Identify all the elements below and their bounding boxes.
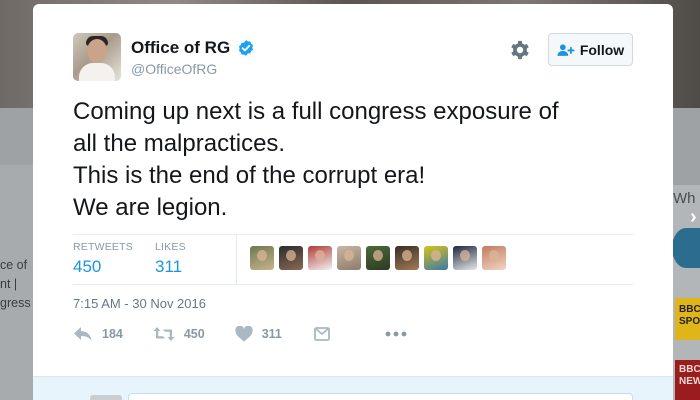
tweet-text-line: all the malpractices. (73, 130, 286, 157)
author-name[interactable]: Office of RG (131, 38, 230, 58)
liker-avatar[interactable] (453, 246, 477, 270)
follow-button[interactable]: Follow (548, 33, 633, 66)
likes-count: 311 (155, 257, 183, 276)
tweet-text: Coming up next is a full congress exposu… (73, 96, 653, 224)
tweet-text-line: Coming up next is a full congress exposu… (73, 98, 559, 125)
retweet-count: 450 (183, 327, 205, 341)
stats-divider-bottom (73, 284, 633, 285)
author-handle[interactable]: @OfficeOfRG (131, 61, 217, 77)
tweet-timestamp[interactable]: 7:15 AM - 30 Nov 2016 (73, 296, 206, 311)
author-avatar[interactable] (73, 33, 121, 81)
liker-avatar[interactable] (395, 246, 419, 270)
like-button[interactable]: 311 (235, 326, 282, 342)
reply-input[interactable] (128, 393, 633, 400)
verified-badge-icon (238, 40, 254, 56)
tweet-modal: Office of RG @OfficeOfRG Follow Coming u… (33, 4, 673, 400)
liker-avatar[interactable] (250, 246, 274, 270)
background-right-label: Wh (673, 190, 696, 207)
retweets-count: 450 (73, 257, 102, 276)
background-bbc-news-badge: BBC NEW (675, 360, 700, 400)
tweet-text-line: This is the end of the corrupt era! (73, 162, 426, 189)
liker-avatar[interactable] (424, 246, 448, 270)
background-left-text: ce of nt | gress (0, 258, 31, 310)
reply-icon (74, 327, 92, 341)
like-count: 311 (261, 327, 282, 341)
more-dots-icon (385, 331, 407, 337)
liker-avatar[interactable] (337, 246, 361, 270)
liker-avatar[interactable] (482, 246, 506, 270)
tweet-actions: 184 450 311 (73, 326, 407, 342)
stats-divider-top (73, 234, 633, 235)
tweet-text-line: We are legion. (73, 194, 228, 221)
direct-message-button[interactable] (313, 327, 330, 341)
liker-avatar[interactable] (279, 246, 303, 270)
follow-button-label: Follow (579, 41, 625, 58)
liker-avatars (250, 246, 506, 270)
retweets-stat[interactable]: RETWEETS 450 (73, 241, 133, 277)
reply-count: 184 (102, 327, 123, 341)
retweet-icon (153, 327, 175, 341)
liker-avatar[interactable] (308, 246, 332, 270)
stats-separator (236, 234, 237, 284)
more-button[interactable] (385, 331, 407, 337)
gear-icon[interactable] (509, 39, 531, 61)
chevron-right-icon[interactable]: › (690, 206, 697, 229)
background-gear-logo (672, 228, 700, 268)
background-bbc-sport-badge: BBC SPO (675, 298, 700, 340)
heart-icon (235, 326, 253, 342)
reply-button[interactable]: 184 (73, 326, 123, 342)
reply-user-avatar (90, 395, 122, 400)
retweet-button[interactable]: 450 (153, 326, 205, 342)
retweets-label: RETWEETS (73, 241, 133, 253)
direct-message-icon (313, 327, 330, 341)
add-user-icon (557, 43, 575, 56)
likes-label: LIKES (155, 241, 186, 253)
likes-stat[interactable]: LIKES 311 (155, 241, 186, 277)
liker-avatar[interactable] (366, 246, 390, 270)
